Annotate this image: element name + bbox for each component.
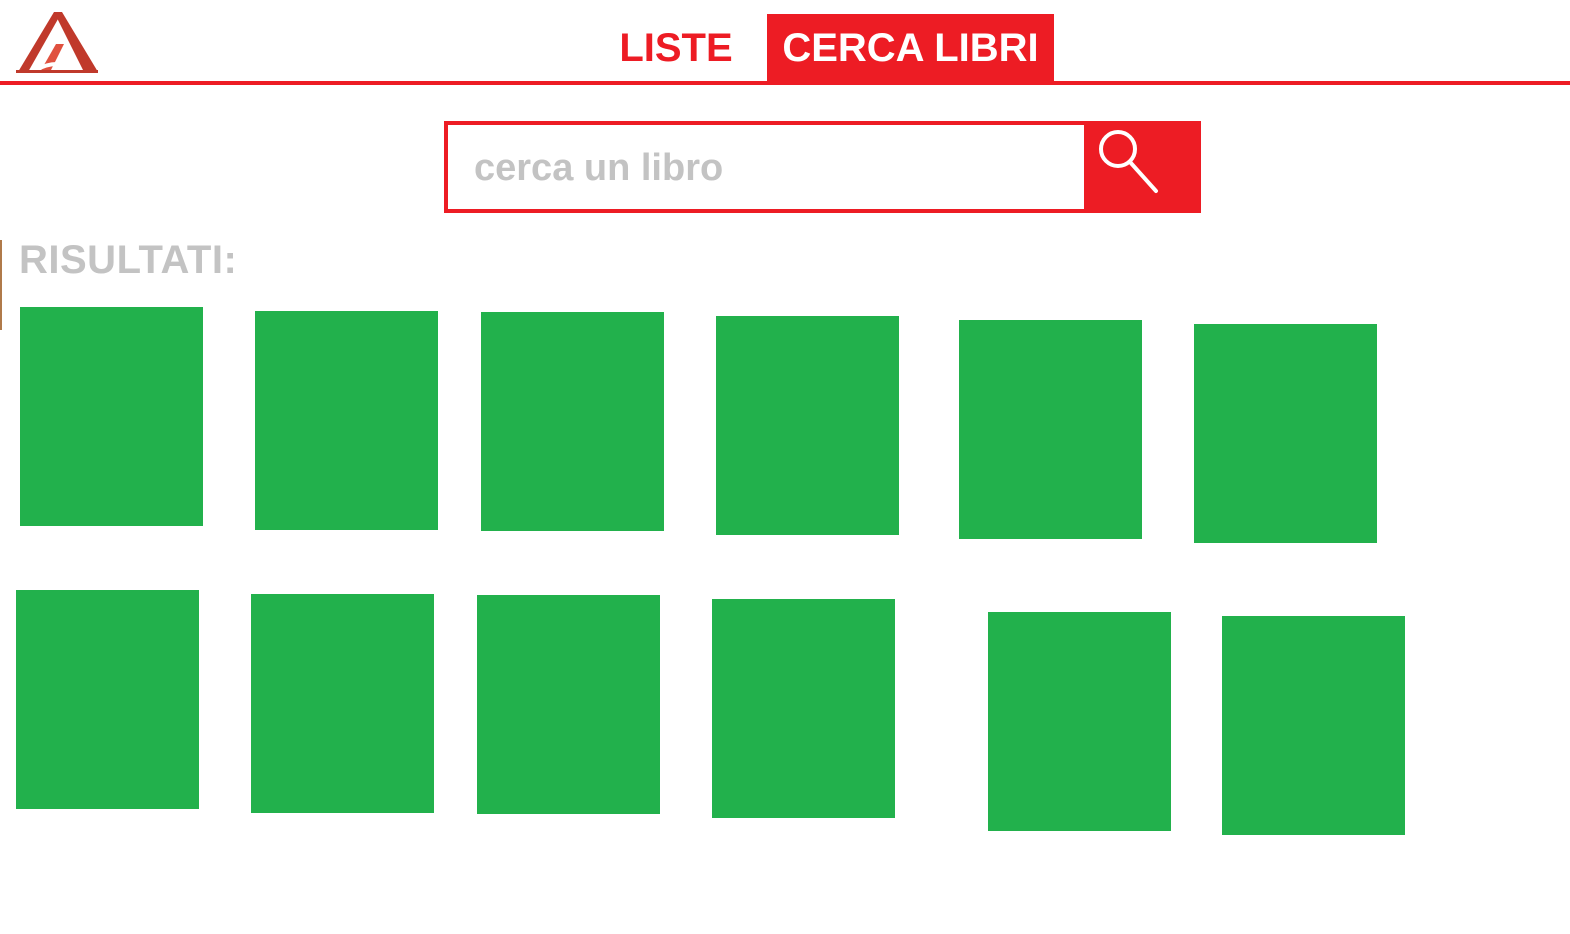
- search-box[interactable]: [444, 121, 1088, 213]
- book-cover[interactable]: [716, 316, 899, 535]
- search-input[interactable]: [474, 133, 1074, 203]
- book-cover[interactable]: [988, 612, 1171, 831]
- search-button[interactable]: [1084, 121, 1201, 213]
- book-cover[interactable]: [251, 594, 434, 813]
- results-heading: RISULTATI:: [19, 238, 238, 282]
- book-cover[interactable]: [1222, 616, 1405, 835]
- book-cover[interactable]: [1194, 324, 1377, 543]
- results-marker: [0, 240, 2, 330]
- book-cover[interactable]: [255, 311, 438, 530]
- page: LISTE CERCA LIBRI RISULTATI:: [0, 0, 1570, 934]
- tab-cerca-libri[interactable]: CERCA LIBRI: [767, 14, 1054, 82]
- magnifier-icon: [1099, 130, 1158, 193]
- book-cover[interactable]: [16, 590, 199, 809]
- book-cover[interactable]: [712, 599, 895, 818]
- tab-liste[interactable]: LISTE: [600, 14, 752, 82]
- book-cover[interactable]: [20, 307, 203, 526]
- tab-liste-label: LISTE: [619, 25, 733, 70]
- tab-cerca-libri-label: CERCA LIBRI: [782, 25, 1039, 70]
- book-cover[interactable]: [477, 595, 660, 814]
- header-divider: [0, 81, 1570, 85]
- book-cover[interactable]: [959, 320, 1142, 539]
- library-logo-icon[interactable]: [14, 8, 100, 76]
- book-cover[interactable]: [481, 312, 664, 531]
